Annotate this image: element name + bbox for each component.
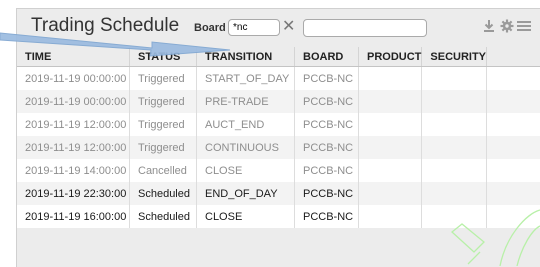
cell-board: PCCB-NC bbox=[294, 136, 359, 159]
cell-board: PCCB-NC bbox=[294, 205, 359, 228]
cell-transition: CLOSE bbox=[196, 205, 295, 228]
schedule-table: TIME STATUS TRANSITION BOARD PRODUCT SEC… bbox=[17, 47, 540, 228]
board-filter-input[interactable] bbox=[228, 19, 280, 36]
cell-product bbox=[358, 136, 423, 159]
cell-time: 2019-11-19 12:00:00 bbox=[17, 113, 130, 136]
cell-product bbox=[358, 205, 423, 228]
column-header-transition[interactable]: TRANSITION bbox=[196, 47, 295, 67]
cell-board: PCCB-NC bbox=[294, 113, 359, 136]
cell-time: 2019-11-19 14:00:00 bbox=[17, 159, 130, 182]
cell-status: Cancelled bbox=[129, 159, 197, 182]
cell-filler bbox=[486, 113, 540, 136]
cell-filler bbox=[486, 159, 540, 182]
download-icon[interactable] bbox=[483, 19, 495, 36]
table-row[interactable]: 2019-11-19 00:00:00 Triggered START_OF_D… bbox=[17, 66, 540, 90]
board-filter-label: Board bbox=[194, 22, 226, 34]
cell-time: 2019-11-19 12:00:00 bbox=[17, 136, 130, 159]
cell-security bbox=[421, 205, 488, 228]
panel-header: Trading Schedule Board ✕ bbox=[17, 9, 540, 43]
cell-product bbox=[358, 90, 423, 113]
cell-transition: CONTINUOUS bbox=[196, 136, 295, 159]
gear-icon[interactable] bbox=[500, 19, 514, 37]
cell-filler bbox=[486, 205, 540, 228]
cell-product bbox=[358, 66, 423, 90]
cell-board: PCCB-NC bbox=[294, 66, 359, 90]
cell-board: PCCB-NC bbox=[294, 90, 359, 113]
cell-time: 2019-11-19 00:00:00 bbox=[17, 66, 130, 90]
table-header-row: TIME STATUS TRANSITION BOARD PRODUCT SEC… bbox=[17, 47, 540, 67]
table-row[interactable]: 2019-11-19 12:00:00 Triggered AUCT_END P… bbox=[17, 113, 540, 136]
cell-product bbox=[358, 113, 423, 136]
cell-time: 2019-11-19 00:00:00 bbox=[17, 90, 130, 113]
close-icon[interactable]: ✕ bbox=[282, 18, 295, 36]
cell-security bbox=[421, 90, 488, 113]
search-input[interactable] bbox=[303, 19, 427, 37]
cell-transition: END_OF_DAY bbox=[196, 182, 295, 205]
column-header-board[interactable]: BOARD bbox=[294, 47, 359, 67]
cell-status: Triggered bbox=[129, 66, 197, 90]
cell-transition: START_OF_DAY bbox=[196, 66, 295, 90]
cell-time: 2019-11-19 16:00:00 bbox=[17, 205, 130, 228]
column-header-time[interactable]: TIME bbox=[17, 47, 130, 67]
cell-security bbox=[421, 66, 488, 90]
table-row[interactable]: 2019-11-19 00:00:00 Triggered PRE-TRADE … bbox=[17, 90, 540, 113]
column-header-status[interactable]: STATUS bbox=[129, 47, 197, 67]
trading-schedule-panel: Trading Schedule Board ✕ bbox=[16, 8, 540, 267]
cell-security bbox=[421, 113, 488, 136]
table-row[interactable]: 2019-11-19 14:00:00 Cancelled CLOSE PCCB… bbox=[17, 159, 540, 182]
cell-filler bbox=[486, 182, 540, 205]
cell-status: Triggered bbox=[129, 90, 197, 113]
cell-board: PCCB-NC bbox=[294, 159, 359, 182]
cell-security bbox=[421, 136, 488, 159]
table-row[interactable]: 2019-11-19 16:00:00 Scheduled CLOSE PCCB… bbox=[17, 205, 540, 228]
panel-title: Trading Schedule bbox=[31, 15, 180, 36]
column-header-product[interactable]: PRODUCT bbox=[358, 47, 423, 67]
cell-security bbox=[421, 159, 488, 182]
cell-product bbox=[358, 182, 423, 205]
cell-transition: CLOSE bbox=[196, 159, 295, 182]
cell-product bbox=[358, 159, 423, 182]
cell-filler bbox=[486, 90, 540, 113]
cell-security bbox=[421, 182, 488, 205]
table-row[interactable]: 2019-11-19 22:30:00 Scheduled END_OF_DAY… bbox=[17, 182, 540, 205]
cell-status: Scheduled bbox=[129, 205, 197, 228]
cell-status: Triggered bbox=[129, 113, 197, 136]
table-row[interactable]: 2019-11-19 12:00:00 Triggered CONTINUOUS… bbox=[17, 136, 540, 159]
hamburger-menu-icon[interactable] bbox=[517, 19, 531, 35]
cell-transition: PRE-TRADE bbox=[196, 90, 295, 113]
cell-board: PCCB-NC bbox=[294, 182, 359, 205]
cell-status: Triggered bbox=[129, 136, 197, 159]
cell-transition: AUCT_END bbox=[196, 113, 295, 136]
column-header-security[interactable]: SECURITY bbox=[421, 47, 488, 67]
cell-filler bbox=[486, 136, 540, 159]
cell-time: 2019-11-19 22:30:00 bbox=[17, 182, 130, 205]
column-header-filler bbox=[486, 47, 540, 67]
cell-status: Scheduled bbox=[129, 182, 197, 205]
cell-filler bbox=[486, 66, 540, 90]
